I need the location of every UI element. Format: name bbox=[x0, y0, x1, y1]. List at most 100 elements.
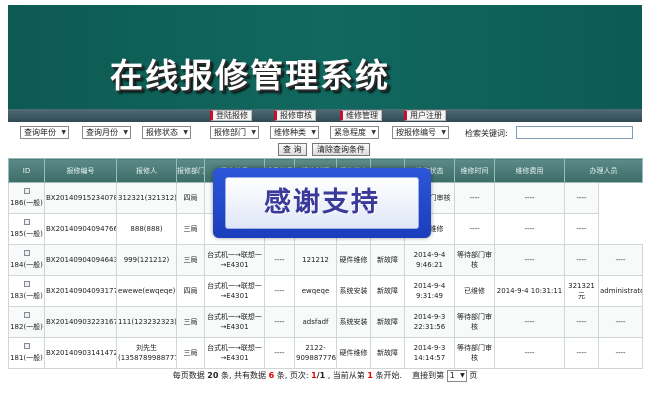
cell-report-date: 2014-9-3 14:14:57 bbox=[404, 337, 455, 369]
cell-id[interactable]: 184(一般) bbox=[8, 244, 45, 276]
cell-department: 四局 bbox=[176, 182, 205, 214]
cell-id[interactable]: 183(一般) bbox=[8, 275, 45, 307]
keyword-input[interactable] bbox=[516, 126, 633, 139]
th-id[interactable]: ID bbox=[8, 158, 45, 183]
total-count: 6 bbox=[268, 371, 275, 380]
cell-asset-no: 台式机一→联想一→E4301 bbox=[204, 275, 265, 307]
cell-repair-no: BX20140904094643 bbox=[44, 244, 117, 276]
total-pages: 1 bbox=[319, 371, 326, 380]
row-id-link[interactable]: 183(一般) bbox=[10, 292, 43, 300]
row-id-link[interactable]: 182(一般) bbox=[10, 323, 43, 331]
table-row: 181(一般)BX20140903141472刘先生(1358789988777… bbox=[8, 337, 643, 369]
nav-user-register[interactable]: 用户注册 bbox=[404, 110, 446, 121]
cell-handler: ---- bbox=[598, 244, 643, 276]
cell-reporter: 312321(321312) bbox=[116, 182, 177, 214]
th-maintenance-fee[interactable]: 维修费用 bbox=[494, 158, 565, 183]
row-id-link[interactable]: 184(一般) bbox=[10, 261, 43, 269]
cell-id[interactable]: 181(一般) bbox=[8, 337, 45, 369]
row-checkbox[interactable] bbox=[23, 188, 30, 194]
cell-id[interactable]: 182(一般) bbox=[8, 306, 45, 338]
jump-label: 直接到第 bbox=[412, 371, 445, 380]
row-checkbox[interactable] bbox=[23, 312, 30, 318]
cell-report-date: 2014-9-4 9:31:49 bbox=[404, 275, 455, 307]
cell-repair-type: 系统安装 bbox=[336, 275, 371, 307]
row-id-link[interactable]: 185(一般) bbox=[10, 230, 43, 238]
row-checkbox[interactable] bbox=[23, 219, 30, 225]
cell-reporter: 888(888) bbox=[116, 213, 177, 245]
select-search-field[interactable]: 按报修编号 ▼ bbox=[392, 126, 449, 139]
nav-repair-review[interactable]: 报修审核 bbox=[274, 110, 316, 121]
cell-maintenance-status: 等待部门审核 bbox=[454, 306, 495, 338]
cell-id[interactable]: 186(一般) bbox=[8, 182, 45, 214]
cell-repair-no: BX20140903223167 bbox=[44, 306, 117, 338]
chevron-down-icon: ▼ bbox=[371, 129, 376, 136]
cell-repair-no: BX20140904094766 bbox=[44, 213, 117, 245]
select-month[interactable]: 查询月份 ▼ bbox=[82, 126, 131, 139]
cell-repair-type: 硬件维修 bbox=[336, 337, 371, 369]
cell-maintenance-fee: ---- bbox=[564, 213, 599, 245]
select-department[interactable]: 报修部门 ▼ bbox=[210, 126, 259, 139]
chevron-down-icon: ▼ bbox=[460, 371, 465, 379]
row-id-link[interactable]: 181(一般) bbox=[10, 354, 43, 362]
cell-repair-type: 硬件维修 bbox=[336, 244, 371, 276]
nav-login-repair[interactable]: 登陆报修 bbox=[210, 110, 252, 121]
filter-bar: 查询年份 ▼ 查询月份 ▼ 报修状态 ▼ 报修部门 ▼ 维修种类 ▼ 紧急程度 ▼ 按报修编… bbox=[8, 122, 642, 158]
cell-report-status: 新故障 bbox=[370, 275, 405, 307]
cell-report-status: 新故障 bbox=[370, 337, 405, 369]
cell-maintenance-time: ---- bbox=[494, 182, 565, 214]
select-repair-type[interactable]: 维修种类 ▼ bbox=[270, 126, 319, 139]
select-urgency[interactable]: 紧急程度 ▼ bbox=[330, 126, 379, 139]
th-department[interactable]: 报修部门 bbox=[176, 158, 205, 183]
pagination-footer: 每页数据 20 条, 共有数据 6 条, 页次: 1/1 , 当前从第 1 条开… bbox=[172, 369, 478, 382]
cell-maintenance-time: ---- bbox=[494, 244, 565, 276]
th-handler[interactable]: 办理人员 bbox=[564, 158, 643, 183]
cell-handler: ---- bbox=[598, 337, 643, 369]
th-repair-no[interactable]: 报修编号 bbox=[44, 158, 117, 183]
cell-department: 三局 bbox=[176, 213, 205, 245]
cell-asset-no: 台式机一→联想一→E4301 bbox=[204, 337, 265, 369]
cell-reporter: 刘先生(13587899887777) bbox=[116, 337, 177, 369]
top-nav: 登陆报修 报修审核 维修管理 用户注册 bbox=[8, 109, 642, 122]
cell-repair-no: BX20140903141472 bbox=[44, 337, 117, 369]
cell-asset-no: 台式机一→联想一→E4301 bbox=[204, 244, 265, 276]
chevron-down-icon: ▼ bbox=[183, 129, 188, 136]
cell-maintenance-fee: ---- bbox=[564, 244, 599, 276]
per-page-count: 20 bbox=[207, 371, 219, 380]
cell-report-time: 121212 bbox=[294, 244, 337, 276]
cell-maintenance-time: ---- bbox=[494, 337, 565, 369]
th-reporter[interactable]: 报修人 bbox=[116, 158, 177, 183]
page-jump-select[interactable]: 1 ▼ bbox=[446, 369, 467, 382]
select-year[interactable]: 查询年份 ▼ bbox=[20, 126, 69, 139]
keyword-label: 检索关键词: bbox=[465, 129, 508, 138]
row-id-link[interactable]: 186(一般) bbox=[10, 199, 43, 207]
row-checkbox[interactable] bbox=[23, 281, 30, 287]
chevron-down-icon: ▼ bbox=[61, 129, 66, 136]
cell-report-time: ewqeqe bbox=[294, 275, 337, 307]
cell-maintenance-fee: ---- bbox=[564, 306, 599, 338]
cell-repair-no: BX20140904093177 bbox=[44, 275, 117, 307]
query-button[interactable]: 查 询 bbox=[278, 143, 307, 156]
cell-device-no: ---- bbox=[264, 306, 295, 338]
select-repair-status[interactable]: 报修状态 ▼ bbox=[142, 126, 191, 139]
cell-department: 三局 bbox=[176, 337, 205, 369]
row-checkbox[interactable] bbox=[23, 343, 30, 349]
cell-id[interactable]: 185(一般) bbox=[8, 213, 45, 245]
table-row: 183(一般) BX20140904093177 ewewe(ewqeqe) 四局 台式… bbox=[8, 275, 643, 307]
nav-maintenance[interactable]: 维修管理 bbox=[340, 110, 382, 121]
cell-reporter: 999(121212) bbox=[116, 244, 177, 276]
chevron-down-icon: ▼ bbox=[311, 129, 316, 136]
chevron-down-icon: ▼ bbox=[441, 129, 446, 136]
cell-report-time: 2122-909887776 bbox=[294, 337, 337, 369]
table-row: 182(一般) BX20140903223167 111(123232323) 三局台… bbox=[8, 306, 643, 338]
cell-maintenance-status: ---- bbox=[454, 213, 495, 245]
th-maintenance-time[interactable]: 维修时间 bbox=[454, 158, 495, 183]
cell-device-no: ---- bbox=[264, 337, 295, 369]
cell-report-status: 新故障 bbox=[370, 306, 405, 338]
row-checkbox[interactable] bbox=[23, 250, 30, 256]
system-title: 在线报修管理系统 bbox=[110, 56, 390, 95]
cell-maintenance-time: ---- bbox=[494, 306, 565, 338]
cell-maintenance-status: ---- bbox=[454, 182, 495, 214]
thanks-text: 感谢支持 bbox=[225, 177, 419, 229]
cell-handler: ---- bbox=[598, 306, 643, 338]
clear-filters-button[interactable]: 清除查询条件 bbox=[312, 143, 370, 156]
